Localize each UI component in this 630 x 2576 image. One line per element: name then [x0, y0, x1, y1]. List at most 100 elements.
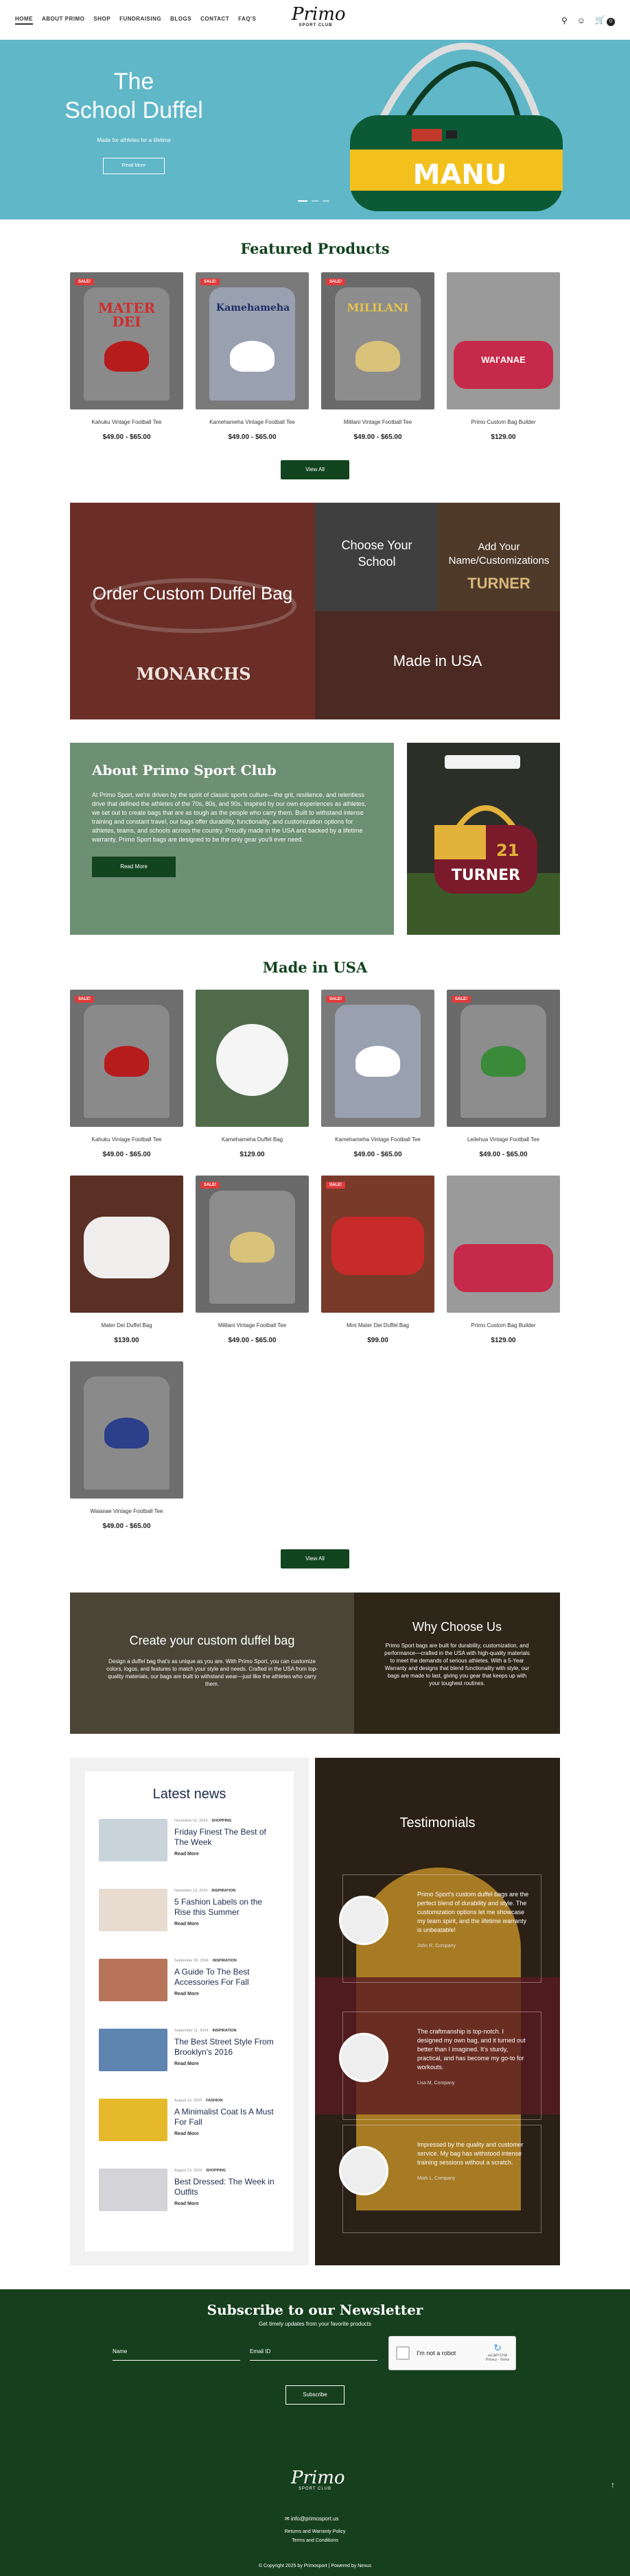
- news-category[interactable]: INSPIRATION: [213, 1959, 237, 1963]
- nav-blogs[interactable]: BLOGS: [170, 16, 191, 25]
- nav-contact[interactable]: CONTACT: [200, 16, 229, 25]
- news-item[interactable]: December 02, 2024 SHOPPING Friday Finest T…: [99, 1819, 280, 1872]
- featured-view-all-button[interactable]: View All: [281, 460, 349, 479]
- product-name[interactable]: Primo Custom Bag Builder: [447, 419, 560, 425]
- news-thumbnail[interactable]: [99, 1819, 167, 1861]
- email-field[interactable]: Email ID: [250, 2344, 377, 2361]
- product-name[interactable]: Mater Dei Duffel Bag: [70, 1322, 183, 1328]
- about-read-more-button[interactable]: Read More: [92, 857, 176, 877]
- product-image[interactable]: SALE!: [447, 990, 560, 1127]
- product-image[interactable]: [447, 1176, 560, 1313]
- name-field[interactable]: Name: [113, 2344, 240, 2361]
- recaptcha-widget[interactable]: I'm not a robot ↻ reCAPTCHA Privacy - Term…: [388, 2336, 516, 2370]
- news-thumbnail[interactable]: [99, 2099, 167, 2141]
- product-card[interactable]: WAI'ANAE Primo Custom Bag Builder $129.0…: [447, 272, 560, 441]
- product-name[interactable]: Kamehameha Vintage Football Tee: [321, 1136, 434, 1143]
- nav-about[interactable]: ABOUT PRIMO: [42, 16, 84, 25]
- product-image[interactable]: WAI'ANAE: [447, 272, 560, 409]
- product-image[interactable]: [196, 990, 309, 1127]
- news-item[interactable]: November 13, 2024 INSPIRATION 5 Fashion La…: [99, 1889, 280, 1942]
- product-image[interactable]: SALE!: [321, 990, 434, 1127]
- custom-main-panel[interactable]: Order Custom Duffel Bag MONARCHS: [70, 503, 315, 719]
- made-usa-view-all-button[interactable]: View All: [281, 1549, 349, 1569]
- footer-link-returns[interactable]: Returns and Warranty Policy: [0, 2529, 630, 2534]
- slider-dots[interactable]: [298, 200, 329, 202]
- product-image[interactable]: MATER DEI SALE!: [70, 272, 183, 409]
- product-name[interactable]: Mililani Vintage Football Tee: [321, 419, 434, 425]
- news-thumbnail[interactable]: [99, 1889, 167, 1931]
- scroll-to-top-icon[interactable]: ↑: [611, 2480, 615, 2490]
- product-card[interactable]: MATER DEI SALE! Kahuku Vintage Football …: [70, 272, 183, 441]
- news-title[interactable]: A Minimalist Coat Is A Must For Fall: [174, 2107, 280, 2127]
- nav-shop[interactable]: SHOP: [93, 16, 110, 25]
- product-name[interactable]: Primo Custom Bag Builder: [447, 1322, 560, 1328]
- product-image[interactable]: [70, 1361, 183, 1499]
- nav-fundraising[interactable]: FUNDRAISING: [119, 16, 161, 25]
- product-name[interactable]: Kahuku Vintage Football Tee: [70, 1136, 183, 1143]
- cart-icon[interactable]: 🛒 0: [595, 15, 615, 26]
- news-category[interactable]: SHOPPING: [211, 1819, 231, 1823]
- news-read-more[interactable]: Read More: [174, 1992, 280, 1996]
- news-thumbnail[interactable]: [99, 2029, 167, 2071]
- news-title[interactable]: Friday Finest The Best of The Week: [174, 1827, 280, 1848]
- product-card[interactable]: Waianae Vintage Football Tee $49.00 - $6…: [70, 1361, 183, 1530]
- footer-email-text[interactable]: info@primosport.us: [291, 2516, 338, 2522]
- product-name[interactable]: Waianae Vintage Football Tee: [70, 1508, 183, 1514]
- footer-email[interactable]: ✉ info@primosport.us: [285, 2516, 338, 2522]
- footer-link-terms[interactable]: Terms and Conditions: [0, 2538, 630, 2543]
- nav-home[interactable]: HOME: [15, 16, 33, 25]
- news-title[interactable]: The Best Street Style From Brooklyn's 20…: [174, 2037, 280, 2058]
- captcha-terms[interactable]: Privacy - Terms: [485, 2358, 510, 2362]
- news-title[interactable]: 5 Fashion Labels on the Rise this Summer: [174, 1897, 280, 1918]
- news-read-more[interactable]: Read More: [174, 2202, 280, 2206]
- product-card[interactable]: SALE! Kahuku Vintage Football Tee $49.00…: [70, 990, 183, 1158]
- news-item[interactable]: September 11, 2024 INSPIRATION The Best St…: [99, 2029, 280, 2082]
- product-name[interactable]: Kamehameha Vintage Football Tee: [196, 419, 309, 425]
- product-image[interactable]: [70, 1176, 183, 1313]
- news-title[interactable]: Best Dressed: The Week in Outfits: [174, 2177, 280, 2197]
- news-category[interactable]: FASHION: [206, 2099, 222, 2103]
- news-category[interactable]: INSPIRATION: [211, 1889, 235, 1893]
- news-title[interactable]: A Guide To The Best Accessories For Fall: [174, 1967, 280, 1988]
- product-card[interactable]: MILILANI SALE! Mililani Vintage Football…: [321, 272, 434, 441]
- news-thumbnail[interactable]: [99, 2169, 167, 2211]
- news-item[interactable]: August 13, 2024 FASHION A Minimalist Coat …: [99, 2099, 280, 2152]
- choose-school-panel[interactable]: Choose Your School: [315, 503, 437, 611]
- product-name[interactable]: Leilehua Vintage Football Tee: [447, 1136, 560, 1143]
- news-read-more[interactable]: Read More: [174, 2062, 280, 2066]
- product-name[interactable]: Kamehameha Duffel Bag: [196, 1136, 309, 1143]
- product-image[interactable]: SALE!: [196, 1176, 309, 1313]
- captcha-checkbox[interactable]: [396, 2346, 410, 2360]
- news-category[interactable]: SHOPPING: [206, 2169, 226, 2173]
- news-item[interactable]: September 30, 2024 INSPIRATION A Guide To …: [99, 1959, 280, 2012]
- user-icon[interactable]: ☺: [577, 16, 585, 25]
- hero-read-more-button[interactable]: Read More: [103, 158, 165, 174]
- add-name-panel[interactable]: Add Your Name/Customizations TURNER: [437, 503, 560, 611]
- news-read-more[interactable]: Read More: [174, 2132, 280, 2136]
- search-icon[interactable]: ⚲: [561, 16, 568, 25]
- product-image[interactable]: Kamehameha SALE!: [196, 272, 309, 409]
- site-logo[interactable]: Primo SPORT CLUB: [292, 5, 346, 27]
- footer-logo[interactable]: Primo SPORT CLUB: [291, 2469, 345, 2491]
- product-card[interactable]: Kamehameha Duffel Bag $129.00: [196, 990, 309, 1158]
- product-name[interactable]: Mini Mater Dei Duffel Bag: [321, 1322, 434, 1328]
- product-card[interactable]: SALE! Kamehameha Vintage Football Tee $4…: [321, 990, 434, 1158]
- product-name[interactable]: Mililani Vintage Football Tee: [196, 1322, 309, 1328]
- product-card[interactable]: Primo Custom Bag Builder $129.00: [447, 1176, 560, 1344]
- made-usa-panel[interactable]: Made in USA: [315, 611, 560, 719]
- product-card[interactable]: SALE! Leilehua Vintage Football Tee $49.…: [447, 990, 560, 1158]
- news-read-more[interactable]: Read More: [174, 1922, 280, 1927]
- product-image[interactable]: SALE!: [321, 1176, 434, 1313]
- news-read-more[interactable]: Read More: [174, 1852, 280, 1857]
- product-name[interactable]: Kahuku Vintage Football Tee: [70, 419, 183, 425]
- subscribe-button[interactable]: Subscribe: [285, 2385, 345, 2405]
- product-card[interactable]: SALE! Mini Mater Dei Duffel Bag $99.00: [321, 1176, 434, 1344]
- product-card[interactable]: SALE! Mililani Vintage Football Tee $49.…: [196, 1176, 309, 1344]
- product-card[interactable]: Kamehameha SALE! Kamehameha Vintage Foot…: [196, 272, 309, 441]
- custom-bag-banner[interactable]: Order Custom Duffel Bag MONARCHS Choose …: [70, 503, 560, 719]
- nav-faqs[interactable]: FAQ'S: [238, 16, 256, 25]
- news-category[interactable]: INSPIRATION: [212, 2029, 236, 2033]
- product-image[interactable]: SALE!: [70, 990, 183, 1127]
- product-image[interactable]: MILILANI SALE!: [321, 272, 434, 409]
- product-card[interactable]: Mater Dei Duffel Bag $139.00: [70, 1176, 183, 1344]
